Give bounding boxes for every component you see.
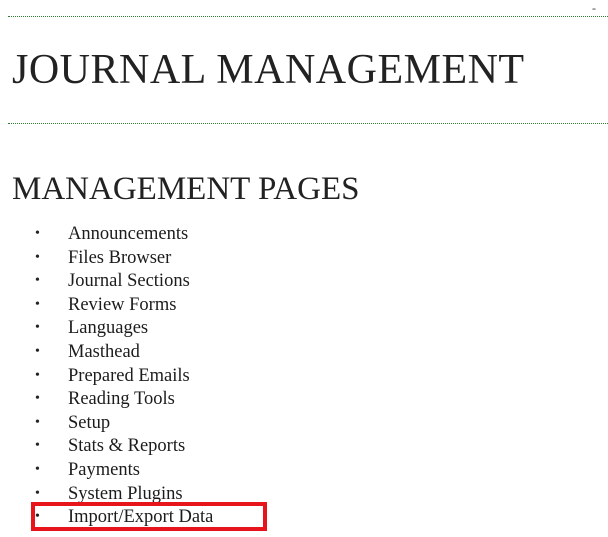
bullet-icon: • [35,226,40,241]
list-item-stats-reports: • Stats & Reports [30,436,213,460]
link-masthead[interactable]: Masthead [68,342,140,362]
list-item-files-browser: • Files Browser [30,248,213,272]
section-title: MANAGEMENT PAGES [12,171,360,207]
bullet-icon: • [35,461,40,477]
link-review-forms[interactable]: Review Forms [68,295,176,315]
link-setup[interactable]: Setup [68,413,110,433]
bullet-icon: • [35,296,40,312]
bullet-icon: • [35,438,40,454]
management-pages-list: • Announcements • Files Browser • Journal S… [30,224,213,531]
list-item-journal-sections: • Journal Sections [30,271,213,295]
link-prepared-emails[interactable]: Prepared Emails [68,366,190,386]
list-item-payments: • Payments [30,460,213,484]
divider-top [8,16,608,17]
link-languages[interactable]: Languages [68,318,148,338]
list-item-languages: • Languages [30,318,213,342]
bullet-icon: • [35,273,40,289]
list-item-reading-tools: • Reading Tools [30,389,213,413]
link-payments[interactable]: Payments [68,460,140,480]
bullet-icon: • [35,485,40,501]
list-item-masthead: • Masthead [30,342,213,366]
list-item-review-forms: • Review Forms [30,295,213,319]
list-item-setup: • Setup [30,413,213,437]
list-item-announcements: • Announcements [30,224,213,248]
divider-bottom [8,123,608,124]
link-announcements[interactable]: Announcements [68,224,188,244]
bullet-icon: • [35,391,40,407]
link-system-plugins[interactable]: System Plugins [68,484,183,504]
link-journal-sections[interactable]: Journal Sections [68,271,190,291]
bullet-icon: • [35,343,40,359]
page-title: JOURNAL MANAGEMENT [12,47,525,93]
link-files-browser[interactable]: Files Browser [68,248,171,268]
bullet-icon: • [35,414,40,430]
highlight-box [31,502,267,531]
bullet-icon: • [35,367,40,383]
top-corner-mark: - [592,1,596,15]
link-reading-tools[interactable]: Reading Tools [68,389,175,409]
bullet-icon: • [35,320,40,336]
list-item-prepared-emails: • Prepared Emails [30,366,213,390]
link-stats-reports[interactable]: Stats & Reports [68,436,185,456]
bullet-icon: • [35,249,40,265]
